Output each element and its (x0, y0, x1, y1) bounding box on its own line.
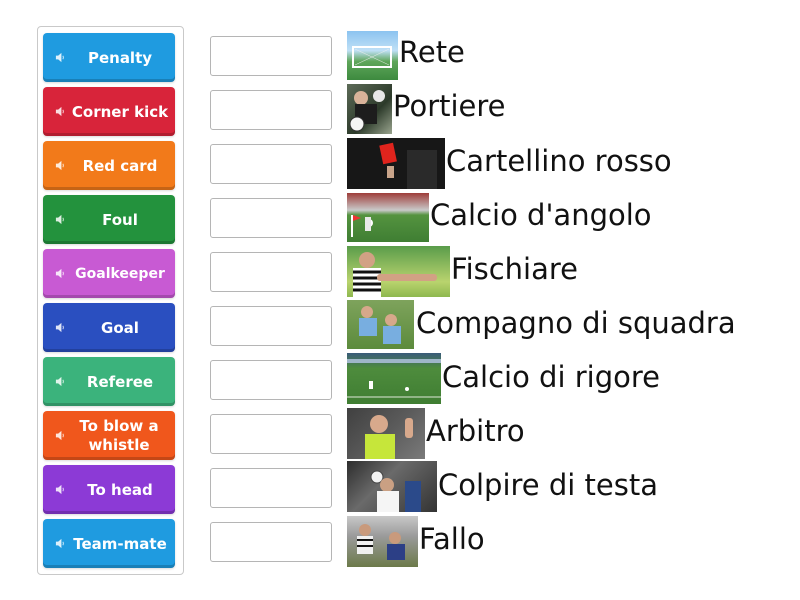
tile-label: Corner kick (71, 102, 169, 121)
red-card-photo-icon (347, 138, 445, 189)
drop-slot[interactable] (210, 90, 332, 130)
tile-label: To head (87, 480, 153, 499)
drop-slot[interactable] (210, 306, 332, 346)
referee-photo-icon (347, 408, 425, 459)
prompt-word: Rete (399, 35, 465, 69)
tile-label: To blow a whistle (79, 416, 159, 454)
speaker-icon[interactable] (43, 484, 71, 495)
drop-slot[interactable] (210, 522, 332, 562)
speaker-icon[interactable] (43, 106, 71, 117)
tile-label: Goal (101, 318, 139, 337)
tile-referee[interactable]: Referee (43, 357, 175, 406)
speaker-icon[interactable] (43, 160, 71, 171)
drop-slot[interactable] (210, 36, 332, 76)
drop-slot[interactable] (210, 252, 332, 292)
prompt-word: Portiere (393, 89, 506, 123)
tile-team-mate[interactable]: Team-mate (43, 519, 175, 568)
prompt-word: Calcio d'angolo (430, 198, 652, 232)
tile-corner-kick[interactable]: Corner kick (43, 87, 175, 136)
whistle-photo-icon (347, 246, 450, 297)
prompt-word: Cartellino rosso (446, 144, 672, 178)
tile-red-card[interactable]: Red card (43, 141, 175, 190)
drop-slot[interactable] (210, 468, 332, 508)
prompt-word: Calcio di rigore (442, 360, 660, 394)
goalkeeper-photo-icon (347, 84, 392, 134)
drop-slot[interactable] (210, 414, 332, 454)
tile-to-head[interactable]: To head (43, 465, 175, 514)
header-photo-icon (347, 461, 437, 512)
prompt-word: Compagno di squadra (416, 306, 736, 340)
team-mate-photo-icon (347, 300, 414, 349)
corner-kick-photo-icon (347, 193, 429, 242)
speaker-icon[interactable] (43, 52, 71, 63)
speaker-icon[interactable] (43, 268, 71, 279)
foul-photo-icon (347, 516, 418, 567)
tile-label: Referee (86, 372, 154, 391)
tile-label: Penalty (87, 48, 153, 67)
tile-label: Goalkeeper (75, 265, 165, 282)
drop-slot[interactable] (210, 360, 332, 400)
drop-slot[interactable] (210, 144, 332, 184)
tile-label: Team-mate (73, 534, 167, 553)
prompt-word: Fallo (419, 522, 485, 556)
speaker-icon[interactable] (43, 214, 71, 225)
penalty-photo-icon (347, 353, 441, 404)
speaker-icon[interactable] (43, 376, 71, 387)
speaker-icon[interactable] (43, 322, 71, 333)
prompt-word: Arbitro (426, 414, 525, 448)
speaker-icon[interactable] (43, 538, 71, 549)
answer-bank: Penalty Corner kick Red card Foul Goalke… (37, 26, 184, 575)
speaker-icon[interactable] (43, 430, 71, 441)
prompt-word: Colpire di testa (438, 468, 659, 502)
tile-goalkeeper[interactable]: Goalkeeper (43, 249, 175, 298)
prompt-word: Fischiare (451, 252, 579, 286)
tile-penalty[interactable]: Penalty (43, 33, 175, 82)
tile-to-blow-a-whistle[interactable]: To blow a whistle (43, 411, 175, 460)
tile-foul[interactable]: Foul (43, 195, 175, 244)
tile-label: Foul (102, 210, 138, 229)
goal-net-photo-icon (347, 31, 398, 80)
tile-goal[interactable]: Goal (43, 303, 175, 352)
drop-slot[interactable] (210, 198, 332, 238)
tile-label: Red card (82, 156, 158, 175)
